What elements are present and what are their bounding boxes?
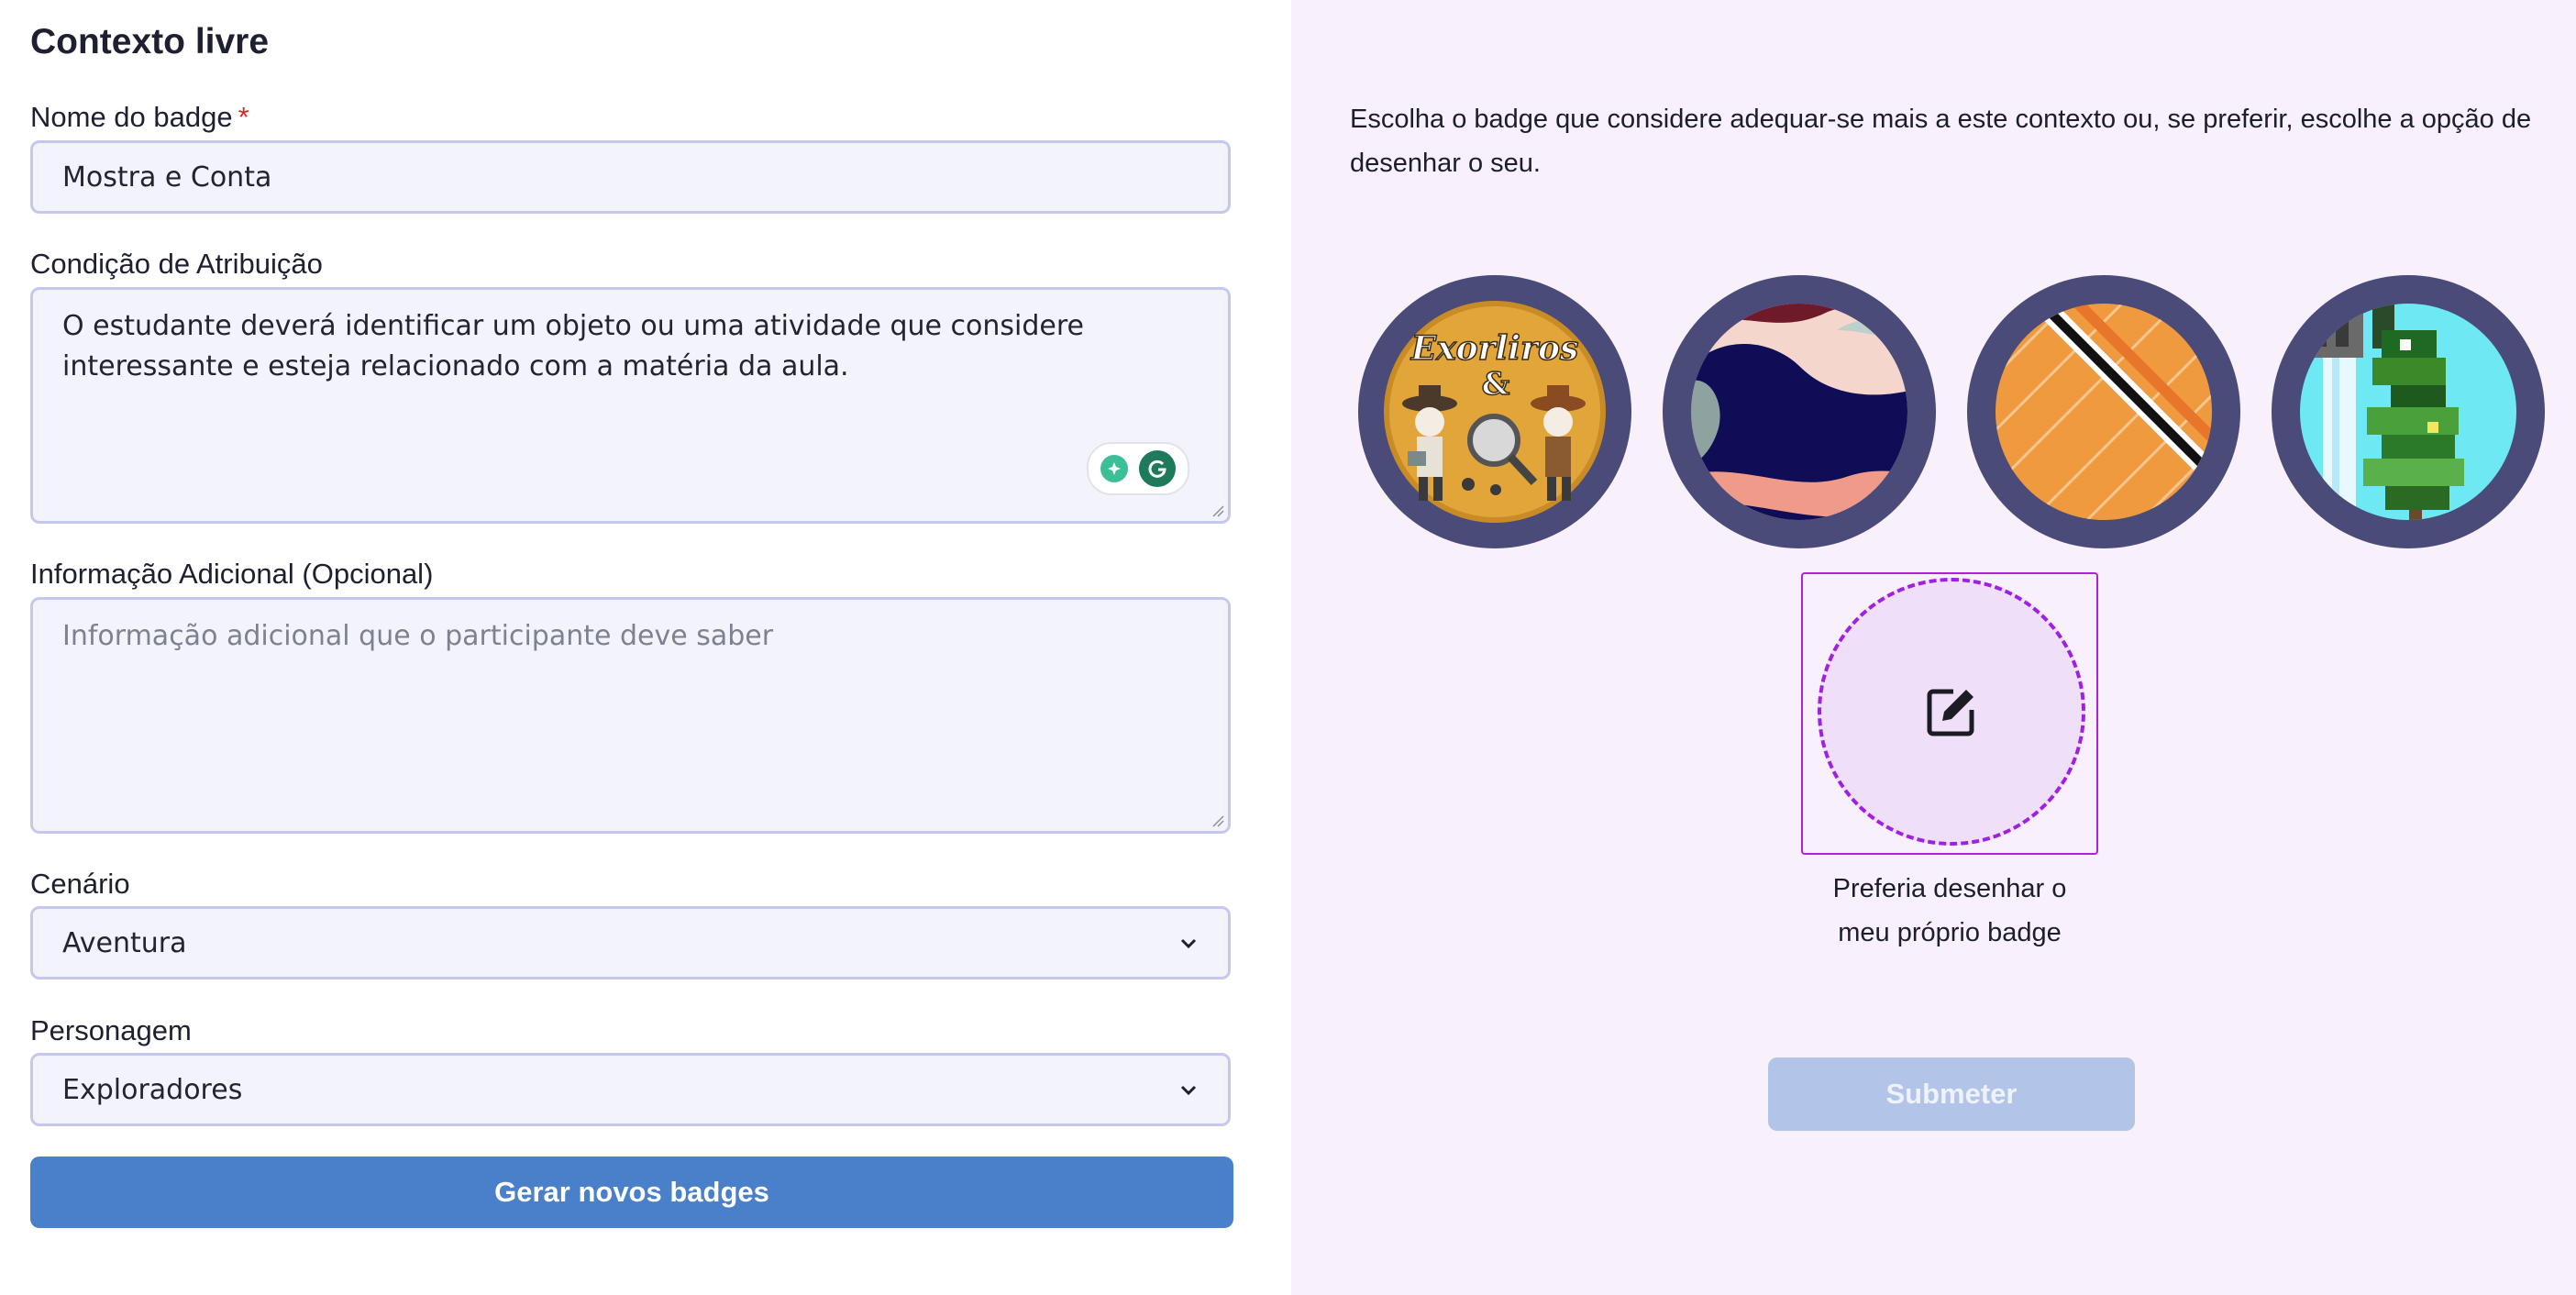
grammarly-widget[interactable] — [1087, 442, 1189, 495]
scenario-label: Cenário — [30, 868, 130, 900]
badge-explorers-text: Exorliros — [1410, 329, 1578, 368]
pixel-tree-badge-image — [2300, 304, 2516, 520]
resize-handle-icon[interactable] — [1211, 814, 1224, 827]
condition-value: O estudante deverá identificar um objeto… — [62, 310, 1084, 382]
extra-info-label: Informação Adicional (Opcional) — [30, 558, 434, 590]
scenario-selected: Aventura — [62, 926, 187, 959]
badge-option-stripes[interactable] — [1967, 275, 2240, 548]
extra-info-textarea[interactable]: Informação adicional que o participante … — [30, 597, 1231, 834]
intro-text: Escolha o badge que considere adequar-se… — [1350, 105, 2532, 178]
scenario-select[interactable]: Aventura — [30, 906, 1231, 980]
generate-badges-button[interactable]: Gerar novos badges — [30, 1157, 1233, 1228]
character-select[interactable]: Exploradores — [30, 1053, 1231, 1126]
badge-form: Contexto livre Nome do badge * Mostra e C… — [0, 0, 1291, 1295]
orange-stripes-badge-image — [1996, 304, 2212, 520]
badge-ampersand-text: & — [1482, 366, 1510, 403]
badge-option-explorers[interactable]: Exorliros & — [1358, 275, 1631, 548]
abstract-waves-badge-image — [1691, 304, 1907, 520]
draw-badge-circle[interactable] — [1818, 578, 2085, 846]
character-label: Personagem — [30, 1014, 192, 1046]
resize-handle-icon[interactable] — [1211, 504, 1224, 517]
edit-icon — [1927, 689, 1974, 736]
submit-button[interactable]: Submeter — [1768, 1057, 2135, 1131]
grammarly-icon[interactable] — [1139, 450, 1177, 487]
badge-option-pixel-tree[interactable] — [2272, 275, 2545, 548]
condition-label: Condição de Atribuição — [30, 248, 323, 280]
lightbulb-icon[interactable] — [1100, 455, 1128, 482]
draw-caption-line-2: meu próprio badge — [1838, 918, 2062, 947]
draw-own-badge-option[interactable] — [1801, 572, 2098, 855]
badge-name-input[interactable]: Mostra e Conta — [30, 140, 1231, 214]
character-selected: Exploradores — [62, 1073, 243, 1106]
badge-name-value: Mostra e Conta — [62, 160, 272, 194]
draw-caption-line-1: Preferia desenhar o — [1832, 874, 2067, 903]
required-mark: * — [238, 101, 249, 133]
draw-own-badge-caption: Preferia desenhar o meu próprio badge — [1779, 867, 2120, 955]
condition-textarea[interactable]: O estudante deverá identificar um objeto… — [30, 287, 1231, 524]
badge-name-label: Nome do badge * — [30, 101, 249, 133]
chevron-down-icon — [1180, 1085, 1197, 1096]
form-title: Contexto livre — [30, 22, 270, 61]
badge-option-waves[interactable] — [1663, 275, 1936, 548]
extra-info-placeholder: Informação adicional que o participante … — [62, 620, 774, 652]
explorers-badge-image: Exorliros & — [1384, 301, 1606, 523]
chevron-down-icon — [1180, 938, 1197, 949]
